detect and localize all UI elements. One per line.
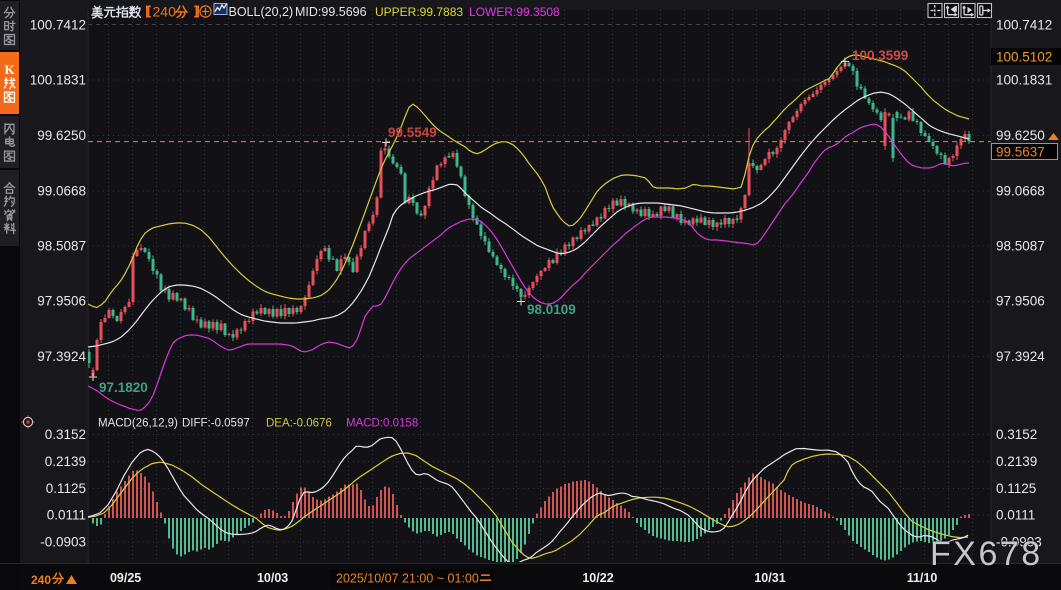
svg-text:99.0668: 99.0668: [996, 183, 1045, 198]
svg-text:97.1820: 97.1820: [99, 380, 148, 395]
svg-text:-0.0903: -0.0903: [40, 535, 86, 550]
svg-text:LOWER:99.3508: LOWER:99.3508: [469, 5, 560, 19]
svg-text:98.0109: 98.0109: [527, 302, 576, 317]
svg-text:100.7412: 100.7412: [30, 18, 86, 33]
svg-text:97.3924: 97.3924: [37, 349, 86, 364]
svg-text:97.9506: 97.9506: [37, 294, 86, 309]
svg-text:10/31: 10/31: [754, 571, 785, 585]
svg-text:0.3152: 0.3152: [996, 427, 1037, 442]
svg-text:99.6250: 99.6250: [996, 128, 1045, 143]
svg-text:0.1125: 0.1125: [46, 481, 86, 496]
svg-text:240: 240: [153, 4, 177, 20]
svg-text:0.1125: 0.1125: [996, 481, 1036, 496]
svg-text:MID:99.5696: MID:99.5696: [295, 5, 367, 19]
svg-text:97.3924: 97.3924: [996, 349, 1045, 364]
svg-text:MACD:0.0158: MACD:0.0158: [346, 418, 418, 430]
svg-text:98.5087: 98.5087: [996, 239, 1045, 254]
svg-text:0.0111: 0.0111: [47, 508, 86, 523]
svg-text:100.3599: 100.3599: [852, 48, 908, 63]
svg-text:240: 240: [31, 573, 51, 587]
svg-text:99.6250: 99.6250: [37, 128, 86, 143]
svg-text:0.0111: 0.0111: [996, 508, 1035, 523]
svg-text:10/03: 10/03: [257, 571, 288, 585]
svg-text:UPPER:99.7883: UPPER:99.7883: [375, 5, 463, 19]
svg-text:09/25: 09/25: [110, 571, 141, 585]
svg-text:99.5549: 99.5549: [388, 125, 437, 140]
svg-text:0.3152: 0.3152: [45, 427, 86, 442]
svg-text:0.2139: 0.2139: [45, 454, 86, 469]
svg-text:100.1831: 100.1831: [996, 73, 1052, 88]
svg-text:2025/10/07 21:00 ~ 01:00: 2025/10/07 21:00 ~ 01:00: [336, 572, 479, 586]
svg-text:BOLL(20,2): BOLL(20,2): [229, 5, 294, 19]
svg-text:0.2139: 0.2139: [996, 454, 1037, 469]
svg-text:FX678: FX678: [930, 535, 1043, 573]
svg-text:99.5637: 99.5637: [996, 145, 1045, 160]
svg-text:97.9506: 97.9506: [996, 294, 1045, 309]
svg-text:DEA:-0.0676: DEA:-0.0676: [266, 418, 332, 430]
svg-text:100.5102: 100.5102: [996, 50, 1052, 65]
svg-text:98.5087: 98.5087: [37, 239, 86, 254]
svg-text:100.1831: 100.1831: [30, 73, 86, 88]
svg-text:10/22: 10/22: [582, 571, 613, 585]
svg-text:100.7412: 100.7412: [996, 18, 1052, 33]
svg-text:99.0668: 99.0668: [37, 183, 86, 198]
svg-text:DIFF:-0.0597: DIFF:-0.0597: [182, 418, 250, 430]
svg-text:11/10: 11/10: [907, 571, 938, 585]
svg-text:MACD(26,12,9): MACD(26,12,9): [98, 418, 178, 430]
